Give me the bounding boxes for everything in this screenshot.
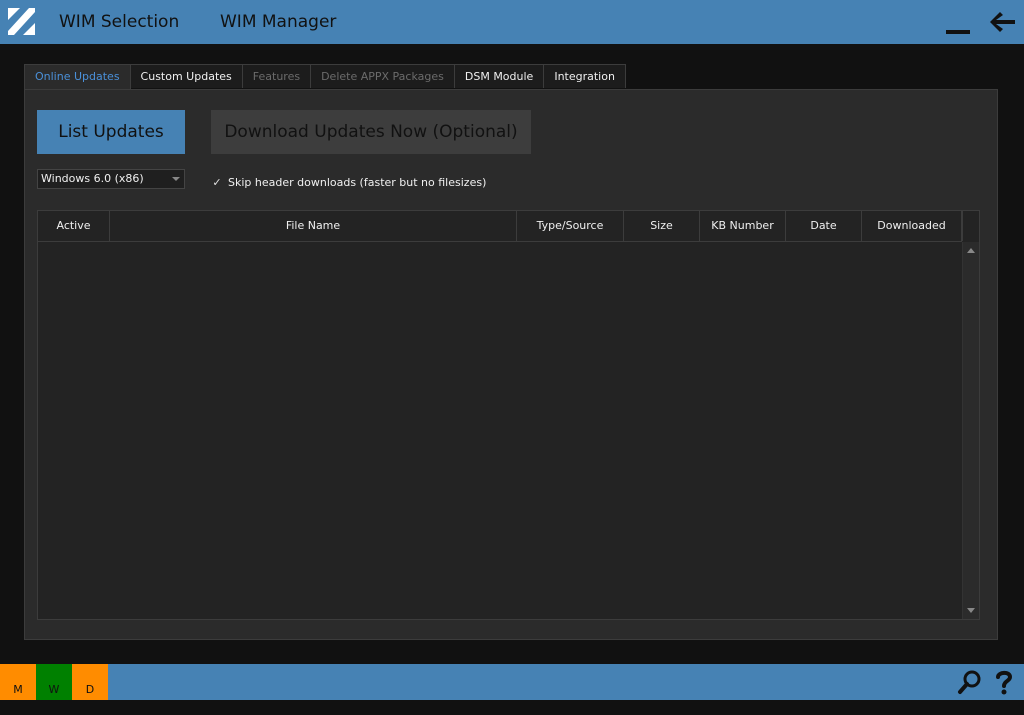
- download-updates-button[interactable]: Download Updates Now (Optional): [211, 110, 531, 154]
- back-arrow-icon[interactable]: [984, 6, 1020, 38]
- tab-features: Features: [241, 64, 312, 88]
- column-header-active[interactable]: Active: [38, 211, 110, 241]
- tab-online-updates[interactable]: Online Updates: [24, 64, 131, 90]
- status-cell-w: W: [36, 664, 72, 700]
- status-cell-m: M: [0, 664, 36, 700]
- tab-custom-updates[interactable]: Custom Updates: [129, 64, 243, 88]
- skip-header-label: Skip header downloads (faster but no fil…: [228, 175, 487, 189]
- column-header-file-name[interactable]: File Name: [110, 211, 517, 241]
- status-bar: M W D: [0, 664, 1024, 700]
- app-logo-icon: [6, 6, 37, 37]
- scroll-up-icon[interactable]: [967, 248, 975, 253]
- column-header-kb-number[interactable]: KB Number: [700, 211, 786, 241]
- column-header-size[interactable]: Size: [624, 211, 700, 241]
- list-updates-button[interactable]: List Updates: [37, 110, 185, 154]
- help-icon[interactable]: [990, 668, 1018, 696]
- chevron-down-icon: [172, 177, 180, 181]
- column-header-date[interactable]: Date: [786, 211, 862, 241]
- tab-delete-appx-packages: Delete APPX Packages: [310, 64, 455, 88]
- search-icon[interactable]: [956, 668, 984, 696]
- title-bar: WIM Selection WIM Manager: [0, 0, 1024, 44]
- tab-strip: Online Updates Custom Updates Features D…: [24, 64, 626, 90]
- scroll-down-icon[interactable]: [967, 608, 975, 613]
- table-header-corner: [962, 211, 979, 241]
- menu-wim-selection[interactable]: WIM Selection: [59, 12, 179, 32]
- table-header: Active File Name Type/Source Size KB Num…: [38, 211, 962, 242]
- minimize-icon[interactable]: [940, 6, 976, 38]
- skip-header-checkbox[interactable]: ✓: [211, 176, 223, 189]
- skip-header-option: ✓ Skip header downloads (faster but no f…: [211, 174, 486, 190]
- os-version-select[interactable]: Windows 6.0 (x86): [37, 169, 185, 189]
- online-updates-panel: List Updates Download Updates Now (Optio…: [24, 89, 998, 640]
- table-vertical-scrollbar[interactable]: [962, 242, 979, 619]
- column-header-type-source[interactable]: Type/Source: [517, 211, 624, 241]
- updates-table: Active File Name Type/Source Size KB Num…: [37, 210, 980, 620]
- menu-wim-manager[interactable]: WIM Manager: [220, 12, 336, 32]
- tab-integration[interactable]: Integration: [543, 64, 626, 88]
- os-version-value: Windows 6.0 (x86): [41, 172, 144, 185]
- tab-dsm-module[interactable]: DSM Module: [453, 64, 545, 88]
- column-header-downloaded[interactable]: Downloaded: [862, 211, 962, 241]
- status-cell-d: D: [72, 664, 108, 700]
